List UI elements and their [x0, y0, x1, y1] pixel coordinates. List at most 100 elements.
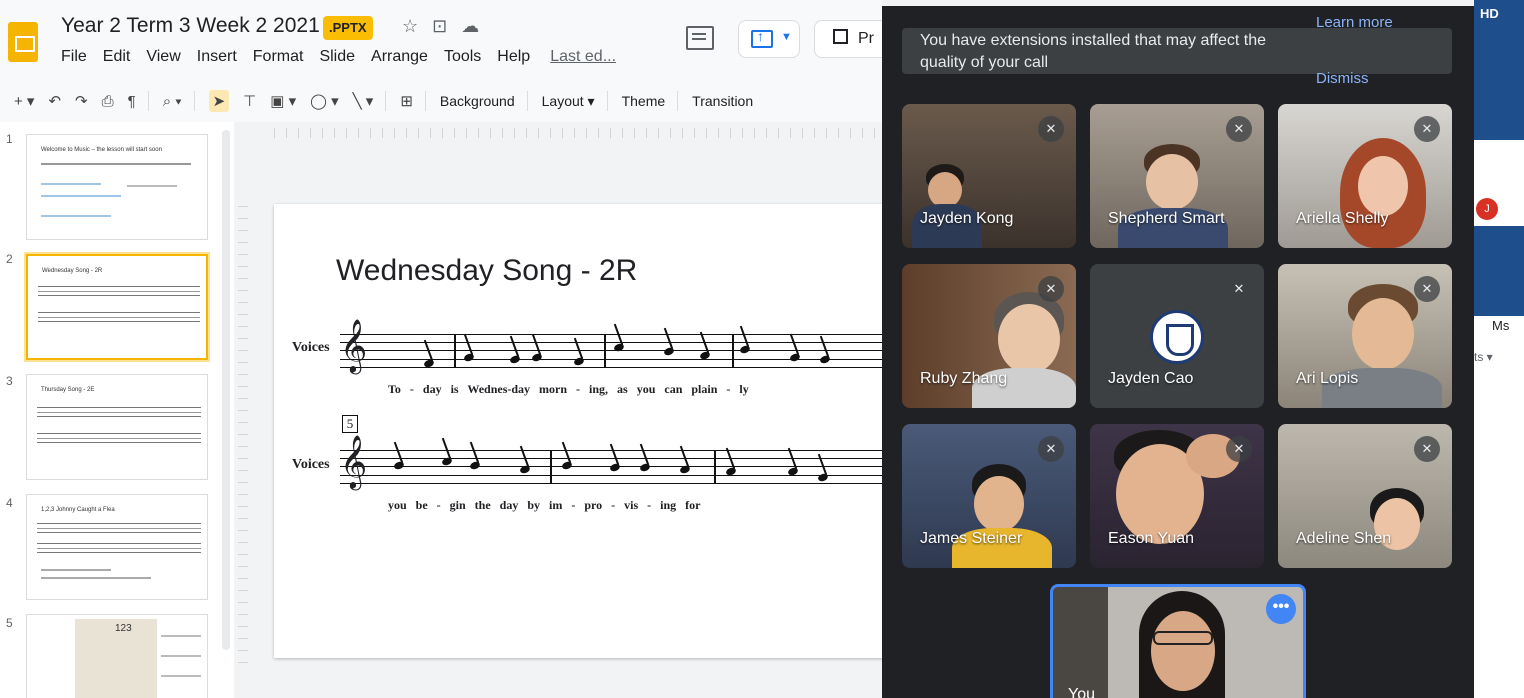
mic-off-icon: ✕: [1038, 436, 1064, 462]
treble-clef-icon: 𝄞: [340, 434, 368, 488]
participant-tile[interactable]: ✕ Shepherd Smart: [1090, 104, 1264, 248]
screen: Year 2 Term 3 Week 2 2021 .PPTX ☆ ⊡ ☁ Fi…: [0, 0, 1524, 698]
new-slide-icon[interactable]: + ▾: [14, 92, 34, 110]
menu-slide[interactable]: Slide: [319, 48, 355, 66]
comment-add-icon[interactable]: ⊞: [400, 92, 413, 110]
extension-warning-text: You have extensions installed that may a…: [920, 32, 1267, 71]
menu-insert[interactable]: Insert: [197, 48, 237, 66]
image-icon[interactable]: ▣ ▾: [270, 92, 296, 110]
toolbar-divider: [677, 91, 679, 111]
background-button[interactable]: Background: [440, 93, 515, 109]
thumb-title: Wednesday Song - 2R: [42, 268, 103, 274]
title-icons: ☆ ⊡ ☁: [402, 16, 479, 37]
select-cursor-icon[interactable]: ➤: [208, 90, 230, 112]
menu-tools[interactable]: Tools: [444, 48, 481, 66]
person-figure: [1352, 298, 1414, 370]
participant-tile[interactable]: ✕ Eason Yuan: [1090, 424, 1264, 568]
menu-arrange[interactable]: Arrange: [371, 48, 428, 66]
participant-tile[interactable]: ✕ Ruby Zhang: [902, 264, 1076, 408]
last-edit-link[interactable]: Last ed...: [550, 48, 616, 66]
menu-help[interactable]: Help: [497, 48, 530, 66]
thumb-staff: [38, 286, 200, 296]
zoom-icon[interactable]: ⌕ ▾: [163, 93, 182, 110]
redo-icon[interactable]: ↷: [75, 92, 88, 110]
participant-tile[interactable]: ✕ Jayden Kong: [902, 104, 1076, 248]
bar-line: [732, 334, 734, 368]
slide-thumbnail-5[interactable]: 123: [26, 614, 208, 698]
lyrics-line-1: To - day is Wednes-day morn - ing, as yo…: [388, 382, 749, 396]
chevron-down-icon: ▼: [781, 31, 792, 43]
menu-edit[interactable]: Edit: [103, 48, 131, 66]
person-figure: [1358, 156, 1408, 216]
thumb-title: Welcome to Music – the lesson will start…: [41, 147, 162, 153]
thumb-decor: [41, 569, 111, 571]
menu-format[interactable]: Format: [253, 48, 304, 66]
menu-file[interactable]: File: [61, 48, 87, 66]
present-label: Pr: [858, 30, 874, 47]
participant-tile[interactable]: ✕ Ariella Shelly: [1278, 104, 1452, 248]
thumb-decor: [41, 163, 191, 165]
theme-button[interactable]: Theme: [622, 93, 666, 109]
toolbar-divider: [424, 91, 426, 111]
mic-off-icon: ✕: [1038, 116, 1064, 142]
background-header: [1474, 0, 1524, 140]
thumb-number: 3: [6, 374, 13, 388]
background-window: HD J Ms ts ▾: [1474, 0, 1524, 698]
person-figure: [974, 476, 1024, 532]
line-icon[interactable]: ╲ ▾: [353, 92, 374, 110]
more-options-icon[interactable]: •••: [1266, 594, 1296, 624]
present-to-meeting-button[interactable]: ▼: [738, 20, 800, 58]
text-box-icon[interactable]: ⊤: [243, 92, 256, 110]
participant-tile[interactable]: ✕ Ari Lopis: [1278, 264, 1452, 408]
dismiss-button[interactable]: Dismiss: [1316, 70, 1369, 87]
thumb-decor: [41, 195, 121, 197]
current-slide[interactable]: Wednesday Song - 2R Voices 𝄞 To - day is…: [274, 204, 890, 658]
thumb-number: 5: [6, 616, 13, 630]
user-avatar[interactable]: J: [1476, 198, 1498, 220]
bar-number: 5: [342, 415, 358, 433]
learn-more-link[interactable]: Learn more: [1316, 14, 1393, 31]
slides-logo-icon[interactable]: [8, 22, 38, 62]
thumb-decor: [161, 635, 201, 637]
comment-history-icon[interactable]: [686, 26, 714, 50]
thumb-title: 123: [115, 623, 132, 634]
slide-thumbnail-1[interactable]: Welcome to Music – the lesson will start…: [26, 134, 208, 240]
star-icon[interactable]: ☆: [402, 16, 418, 37]
voices-label: Voices: [292, 457, 330, 472]
glasses-icon: [1153, 631, 1213, 645]
print-icon[interactable]: ⎙: [102, 93, 114, 110]
participant-tile[interactable]: ✕ James Steiner: [902, 424, 1076, 568]
slide-title[interactable]: Wednesday Song - 2R: [336, 254, 637, 288]
participant-name: Jayden Kong: [920, 210, 1014, 227]
participant-tile[interactable]: ✕ Jayden Cao: [1090, 264, 1264, 408]
participant-tile[interactable]: ✕ Adeline Shen: [1278, 424, 1452, 568]
vertical-ruler[interactable]: [238, 206, 248, 666]
slide-thumbnail-4[interactable]: 1,2,3 Johnny Caught a Flea: [26, 494, 208, 600]
toolbar-divider: [526, 91, 528, 111]
transition-button[interactable]: Transition: [692, 93, 753, 109]
bar-line: [454, 334, 456, 368]
background-block: [1474, 226, 1524, 316]
thumb-decor: [161, 655, 201, 657]
horizontal-ruler[interactable]: [274, 128, 890, 138]
document-title[interactable]: Year 2 Term 3 Week 2 2021: [61, 14, 320, 38]
layout-button[interactable]: Layout ▾: [542, 93, 595, 110]
undo-icon[interactable]: ↶: [48, 92, 61, 110]
slide-thumbnail-3[interactable]: Thursday Song - 2E: [26, 374, 208, 480]
background-label: HD: [1480, 6, 1499, 21]
background-dropdown[interactable]: ts ▾: [1474, 350, 1493, 364]
paint-format-icon[interactable]: ¶: [128, 93, 136, 110]
cloud-status-icon[interactable]: ☁: [461, 16, 479, 37]
mic-off-icon: ✕: [1414, 276, 1440, 302]
thumb-decor: [127, 185, 177, 187]
menu-view[interactable]: View: [146, 48, 180, 66]
thumb-staff: [37, 543, 201, 553]
filmstrip-scrollbar[interactable]: [222, 130, 230, 650]
move-folder-icon[interactable]: ⊡: [432, 16, 447, 37]
slide-thumbnail-2[interactable]: Wednesday Song - 2R: [26, 254, 208, 360]
mic-off-icon: ✕: [1226, 276, 1252, 302]
thumb-title: 1,2,3 Johnny Caught a Flea: [41, 507, 115, 513]
mic-off-icon: ✕: [1038, 276, 1064, 302]
shape-icon[interactable]: ◯ ▾: [310, 92, 338, 110]
person-figure: [1146, 154, 1198, 210]
